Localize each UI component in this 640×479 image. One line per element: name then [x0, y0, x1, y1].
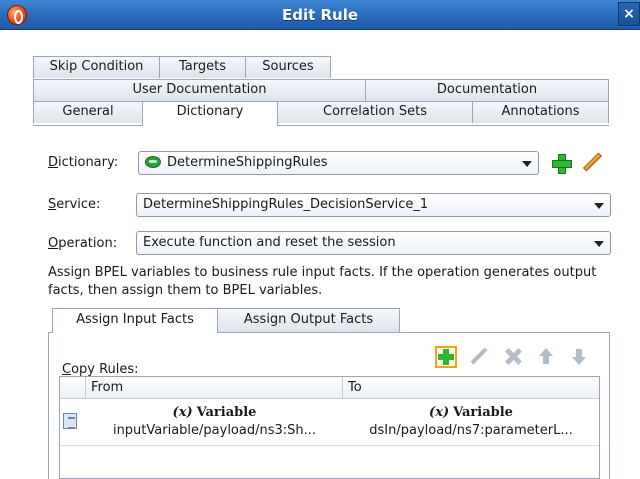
chevron-down-icon: [594, 203, 604, 209]
add-rule-icon[interactable]: [435, 346, 457, 368]
delete-rule-icon[interactable]: [502, 346, 524, 368]
from-type: Variable: [196, 405, 257, 420]
tab-correlation-sets[interactable]: Correlation Sets: [277, 101, 473, 123]
edit-rule-dialog: Edit Rule × Skip Condition Targets Sourc…: [0, 0, 640, 479]
edit-dictionary-icon[interactable]: [581, 152, 603, 174]
tab-user-documentation[interactable]: User Documentation: [33, 79, 366, 101]
service-label: Service:: [48, 197, 101, 212]
close-button[interactable]: ×: [618, 2, 640, 26]
tab-assign-input-facts[interactable]: Assign Input Facts: [52, 308, 218, 333]
move-up-icon[interactable]: [535, 346, 557, 368]
table-header-from[interactable]: From: [86, 377, 343, 399]
dictionary-value: DetermineShippingRules: [167, 155, 328, 170]
tab-targets[interactable]: Targets: [159, 56, 246, 78]
chevron-down-icon: [522, 161, 532, 167]
tab-row-1: Skip Condition Targets Sources: [33, 56, 331, 78]
tab-skip-condition[interactable]: Skip Condition: [33, 56, 160, 78]
add-dictionary-icon[interactable]: [551, 153, 572, 174]
copy-rules-table: From To (x) Variable inputVariable/payloa…: [59, 376, 600, 479]
from-path: inputVariable/payload/ns3:Sh...: [112, 423, 317, 438]
tab-documentation[interactable]: Documentation: [365, 79, 609, 101]
copy-rule-icon: [63, 413, 77, 429]
from-cell: (x) Variable inputVariable/payload/ns3:Sh…: [86, 400, 343, 446]
to-path: dsIn/payload/ns7:parameterL...: [369, 423, 573, 438]
to-type: Variable: [453, 405, 513, 420]
operation-value: Execute function and reset the session: [143, 235, 396, 250]
service-value: DetermineShippingRules_DecisionService_1: [143, 197, 429, 212]
dictionary-select[interactable]: DetermineShippingRules: [138, 151, 539, 175]
table-header-icon-col: [60, 377, 86, 399]
dictionary-label: Dictionary:: [48, 155, 119, 170]
tab-row-3: General Dictionary Correlation Sets Anno…: [33, 101, 609, 126]
operation-select[interactable]: Execute function and reset the session: [136, 231, 611, 255]
dictionary-icon: [145, 156, 161, 168]
title-bar[interactable]: Edit Rule ×: [0, 0, 640, 30]
copy-rules-label: Copy Rules:: [62, 362, 139, 377]
tab-dictionary[interactable]: Dictionary: [142, 101, 278, 126]
dialog-content: Skip Condition Targets Sources User Docu…: [0, 30, 640, 479]
move-down-icon[interactable]: [568, 346, 590, 368]
tab-panel-border: [33, 125, 609, 126]
to-cell: (x) Variable dsIn/payload/ns7:parameterL.…: [343, 400, 599, 446]
assignment-description: Assign BPEL variables to business rule i…: [48, 265, 597, 298]
operation-label: Operation:: [48, 236, 118, 251]
table-row[interactable]: (x) Variable inputVariable/payload/ns3:Sh…: [60, 400, 599, 446]
variable-icon: (x): [172, 405, 193, 420]
edit-rule-icon[interactable]: [468, 346, 490, 368]
tab-annotations[interactable]: Annotations: [472, 101, 609, 123]
tab-row-2: User Documentation Documentation: [33, 79, 609, 101]
service-select[interactable]: DetermineShippingRules_DecisionService_1: [136, 193, 611, 217]
tab-sources[interactable]: Sources: [245, 56, 331, 78]
window-title: Edit Rule: [281, 6, 359, 24]
table-header-to[interactable]: To: [343, 377, 599, 399]
tab-assign-output-facts[interactable]: Assign Output Facts: [217, 308, 400, 332]
variable-icon: (x): [429, 405, 450, 420]
tab-general[interactable]: General: [33, 101, 143, 123]
chevron-down-icon: [594, 241, 604, 247]
